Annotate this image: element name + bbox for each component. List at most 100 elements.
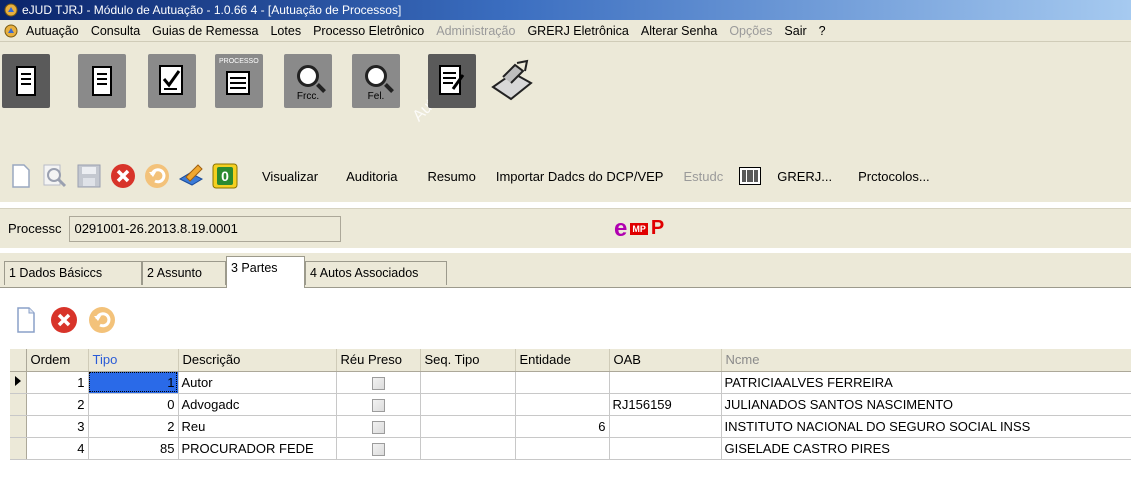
col-reu-preso[interactable]: Réu Preso bbox=[336, 349, 421, 372]
menu-autuacao[interactable]: Autuação bbox=[20, 24, 85, 38]
cell-nome[interactable]: INSTITUTO NACIONAL DO SEGURO SOCIAL INSS bbox=[721, 415, 1131, 438]
document-icon bbox=[16, 66, 36, 96]
checklist-icon bbox=[159, 65, 183, 95]
cell-tipo[interactable]: 2 bbox=[88, 415, 179, 438]
cell-ordem[interactable]: 1 bbox=[26, 371, 89, 394]
cell-reu-preso[interactable] bbox=[336, 415, 421, 438]
col-entidade[interactable]: Entidade bbox=[515, 349, 610, 372]
table-row[interactable]: 4 85 PROCURADOR FEDE GISELADE CASTRO PIR… bbox=[10, 437, 1131, 460]
cell-oab[interactable] bbox=[609, 415, 722, 438]
undo-row-icon[interactable] bbox=[88, 306, 116, 334]
tab-assunto[interactable]: 2 Assunto bbox=[142, 261, 226, 285]
cell-reu-preso[interactable] bbox=[336, 437, 421, 460]
menu-sair[interactable]: Sair bbox=[778, 24, 812, 38]
menu-help[interactable]: ? bbox=[813, 24, 832, 38]
cell-oab[interactable] bbox=[609, 371, 722, 394]
importar-dados-link[interactable]: Importar Dadcs do DCP/VEP bbox=[496, 169, 664, 184]
cell-seq-tipo[interactable] bbox=[420, 393, 516, 416]
scanner-button[interactable] bbox=[488, 54, 536, 108]
save-icon[interactable] bbox=[76, 163, 102, 189]
cell-oab[interactable] bbox=[609, 437, 722, 460]
menu-grerj-eletronica[interactable]: GRERJ Eletrônica bbox=[521, 24, 634, 38]
delete-row-icon[interactable] bbox=[50, 306, 78, 334]
tab-partes[interactable]: 3 Partes bbox=[226, 256, 305, 288]
logo-e: e bbox=[614, 214, 628, 242]
document-edit-button[interactable] bbox=[428, 54, 476, 108]
cell-ordem[interactable]: 2 bbox=[26, 393, 89, 416]
col-oab[interactable]: OAB bbox=[609, 349, 722, 372]
cell-descricao[interactable]: Autor bbox=[178, 371, 337, 394]
cell-entidade[interactable] bbox=[515, 371, 610, 394]
cell-descricao[interactable]: Reu bbox=[178, 415, 337, 438]
cell-ordem[interactable]: 4 bbox=[26, 437, 89, 460]
cell-nome[interactable]: GISELADE CASTRO PIRES bbox=[721, 437, 1131, 460]
menu-processo-eletronico[interactable]: Processo Eletrônico bbox=[307, 24, 430, 38]
col-ordem[interactable]: Ordem bbox=[26, 349, 89, 372]
cell-reu-preso[interactable] bbox=[336, 371, 421, 394]
table-row[interactable]: 2 0 Advogadc RJ156159 JULIANADOS SANTOS … bbox=[10, 393, 1131, 416]
table-row[interactable]: 3 2 Reu 6 INSTITUTO NACIONAL DO SEGURO S… bbox=[10, 415, 1131, 438]
menu-lotes[interactable]: Lotes bbox=[264, 24, 307, 38]
menu-guias-remessa[interactable]: Guias de Remessa bbox=[146, 24, 264, 38]
cell-oab[interactable]: RJ156159 bbox=[609, 393, 722, 416]
cell-seq-tipo[interactable] bbox=[420, 415, 516, 438]
edit-book-icon[interactable] bbox=[178, 163, 204, 189]
delete-icon[interactable] bbox=[110, 163, 136, 189]
new-file-icon[interactable] bbox=[8, 163, 34, 189]
menu-alterar-senha[interactable]: Alterar Senha bbox=[635, 24, 723, 38]
menu-app-icon[interactable] bbox=[4, 24, 18, 38]
grerj-link[interactable]: GRERJ... bbox=[777, 169, 832, 184]
processo-button[interactable]: PROCESSO bbox=[215, 54, 263, 108]
cell-seq-tipo[interactable] bbox=[420, 371, 516, 394]
cell-entidade[interactable] bbox=[515, 393, 610, 416]
zero-badge-icon[interactable]: 0 bbox=[212, 163, 238, 189]
reu-preso-checkbox[interactable] bbox=[371, 442, 385, 456]
table-row[interactable]: 1 1 Autor PATRICIAALVES FERREIRA bbox=[10, 371, 1131, 394]
menu-administracao[interactable]: Administração bbox=[430, 24, 521, 38]
add-row-icon[interactable] bbox=[12, 306, 40, 334]
cell-entidade[interactable] bbox=[515, 437, 610, 460]
tab-dados-basicos[interactable]: 1 Dados Básiccs bbox=[4, 261, 142, 285]
cell-ordem[interactable]: 3 bbox=[26, 415, 89, 438]
cell-tipo-selected[interactable]: 1 bbox=[88, 371, 179, 394]
cell-seq-tipo[interactable] bbox=[420, 437, 516, 460]
col-nome[interactable]: Ncme bbox=[721, 349, 1131, 372]
new-document-button[interactable] bbox=[2, 54, 50, 108]
cell-nome[interactable]: JULIANADOS SANTOS NASCIMENTO bbox=[721, 393, 1131, 416]
col-seq-tipo[interactable]: Seq. Tipo bbox=[420, 349, 516, 372]
undo-icon[interactable] bbox=[144, 163, 170, 189]
table-header: Ordem Tipo Descrição Réu Preso Seq. Tipo… bbox=[10, 349, 1131, 372]
emp-logo: e MP P bbox=[614, 214, 665, 242]
cell-tipo[interactable]: 0 bbox=[88, 393, 179, 416]
auditoria-link[interactable]: Auditoria bbox=[346, 169, 397, 184]
cell-entidade[interactable]: 6 bbox=[515, 415, 610, 438]
col-descricao[interactable]: Descrição bbox=[178, 349, 337, 372]
col-tipo[interactable]: Tipo bbox=[88, 349, 179, 372]
cell-descricao[interactable]: PROCURADOR FEDE bbox=[178, 437, 337, 460]
logo-p: P bbox=[650, 217, 665, 239]
cell-reu-preso[interactable] bbox=[336, 393, 421, 416]
title-bar: eJUD TJRJ - Módulo de Autuação - 1.0.66 … bbox=[0, 0, 1131, 20]
search-fel-button[interactable]: Fel. bbox=[352, 54, 400, 108]
processo-number-field[interactable]: 0291001-26.2013.8.19.0001 bbox=[69, 215, 342, 242]
magnifier-icon bbox=[365, 65, 387, 87]
checklist-button[interactable] bbox=[148, 54, 196, 108]
reu-preso-checkbox[interactable] bbox=[371, 376, 385, 390]
tab-autos-associados[interactable]: 4 Autos Associados bbox=[305, 261, 447, 285]
reu-preso-checkbox[interactable] bbox=[371, 398, 385, 412]
reu-preso-checkbox[interactable] bbox=[371, 420, 385, 434]
cell-tipo[interactable]: 85 bbox=[88, 437, 179, 460]
cell-nome[interactable]: PATRICIAALVES FERREIRA bbox=[721, 371, 1131, 394]
search-frcc-button[interactable]: Frcc. bbox=[284, 54, 332, 108]
estudo-link[interactable]: Estudc bbox=[683, 169, 723, 184]
resumo-link[interactable]: Resumo bbox=[427, 169, 475, 184]
menu-consulta[interactable]: Consulta bbox=[85, 24, 146, 38]
open-document-button[interactable] bbox=[78, 54, 126, 108]
menu-opcoes[interactable]: Opções bbox=[723, 24, 778, 38]
cell-descricao[interactable]: Advogadc bbox=[178, 393, 337, 416]
search-document-icon[interactable] bbox=[42, 163, 68, 189]
visualizar-link[interactable]: Visualizar bbox=[262, 169, 318, 184]
app-icon bbox=[4, 3, 18, 17]
protocolos-link[interactable]: Prctocolos... bbox=[858, 169, 930, 184]
barcode-icon[interactable] bbox=[737, 163, 763, 189]
